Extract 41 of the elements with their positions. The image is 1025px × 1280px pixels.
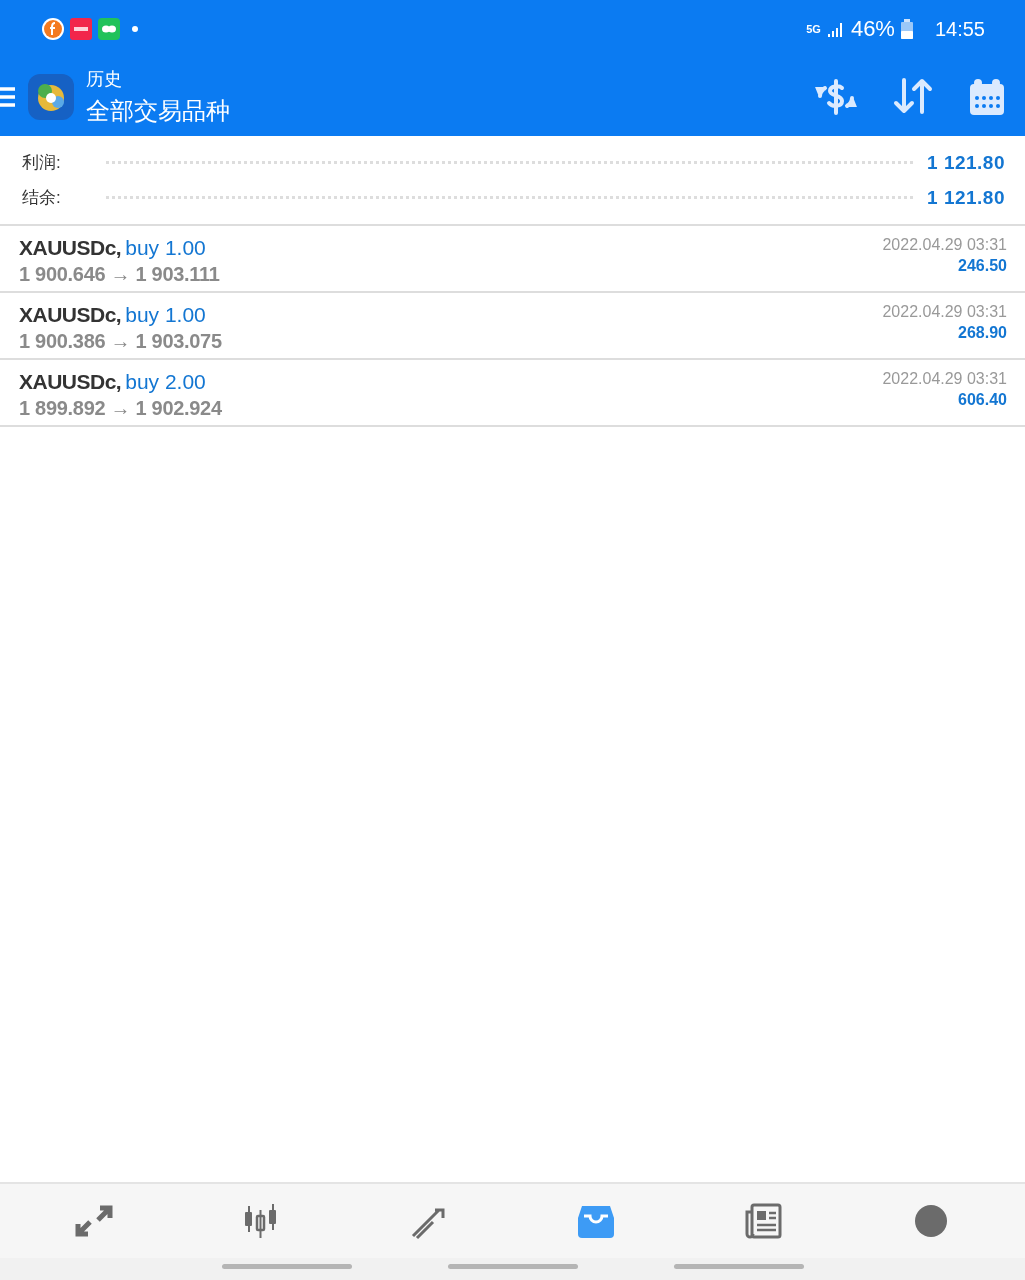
symbol-filter[interactable]: 全部交易品种 — [86, 95, 803, 127]
deal-prices: 1 900.386 → 1 903.075 — [19, 330, 222, 353]
deal-row[interactable]: XAUUSDc, buy 2.00 1 899.892 → 1 902.924 2022.04.29 03:31 606.40 — [0, 360, 1025, 427]
deal-side: buy 1.00 — [125, 236, 206, 259]
gesture-handle[interactable] — [673, 1264, 804, 1269]
deal-side: buy 2.00 — [125, 370, 206, 393]
summary-value: 1 121.80 — [927, 186, 1005, 209]
gesture-handle[interactable] — [447, 1264, 578, 1269]
screen-title: 历史 — [86, 68, 123, 91]
app-notification-icon — [42, 18, 64, 40]
network-label: 5G — [806, 23, 821, 35]
calendar-icon[interactable] — [969, 78, 1005, 116]
chat-notification-icon — [98, 18, 120, 40]
battery-icon — [900, 19, 913, 39]
deal-prices: 1 899.892 → 1 902.924 — [19, 397, 222, 420]
dollar-exchange-icon[interactable] — [815, 78, 857, 116]
clock: 14:55 — [934, 17, 985, 41]
deal-time: 2022.04.29 03:31 — [882, 236, 1007, 254]
newspaper-icon — [743, 1202, 784, 1240]
deal-profit: 606.40 — [958, 391, 1007, 409]
deal-row[interactable]: XAUUSDc, buy 1.00 1 900.646 → 1 903.111 2022.04.29 03:31 246.50 — [0, 226, 1025, 293]
app-notification-icon — [70, 18, 92, 40]
deal-symbol: XAUUSDc, — [19, 370, 122, 393]
signal-icon — [826, 21, 845, 37]
deal-side: buy 1.00 — [125, 303, 206, 326]
battery-percent: 46% — [850, 16, 895, 42]
deal-row[interactable]: XAUUSDc, buy 1.00 1 900.386 → 1 903.075 2022.04.29 03:31 268.90 — [0, 293, 1025, 360]
gesture-handle[interactable] — [221, 1264, 352, 1269]
deal-time: 2022.04.29 03:31 — [882, 303, 1007, 321]
menu-icon[interactable] — [0, 86, 16, 108]
deal-time: 2022.04.29 03:31 — [882, 370, 1007, 388]
deal-symbol: XAUUSDc, — [19, 236, 122, 259]
deal-prices: 1 900.646 → 1 903.111 — [19, 263, 220, 286]
summary-label: 利润: — [22, 152, 62, 174]
deal-symbol: XAUUSDc, — [19, 303, 122, 326]
summary-label: 结余: — [22, 187, 62, 209]
deal-profit: 246.50 — [958, 257, 1007, 275]
sort-icon[interactable] — [893, 78, 933, 116]
app-logo-icon — [28, 74, 74, 120]
deal-profit: 268.90 — [958, 324, 1007, 342]
summary-value: 1 121.80 — [927, 151, 1005, 174]
